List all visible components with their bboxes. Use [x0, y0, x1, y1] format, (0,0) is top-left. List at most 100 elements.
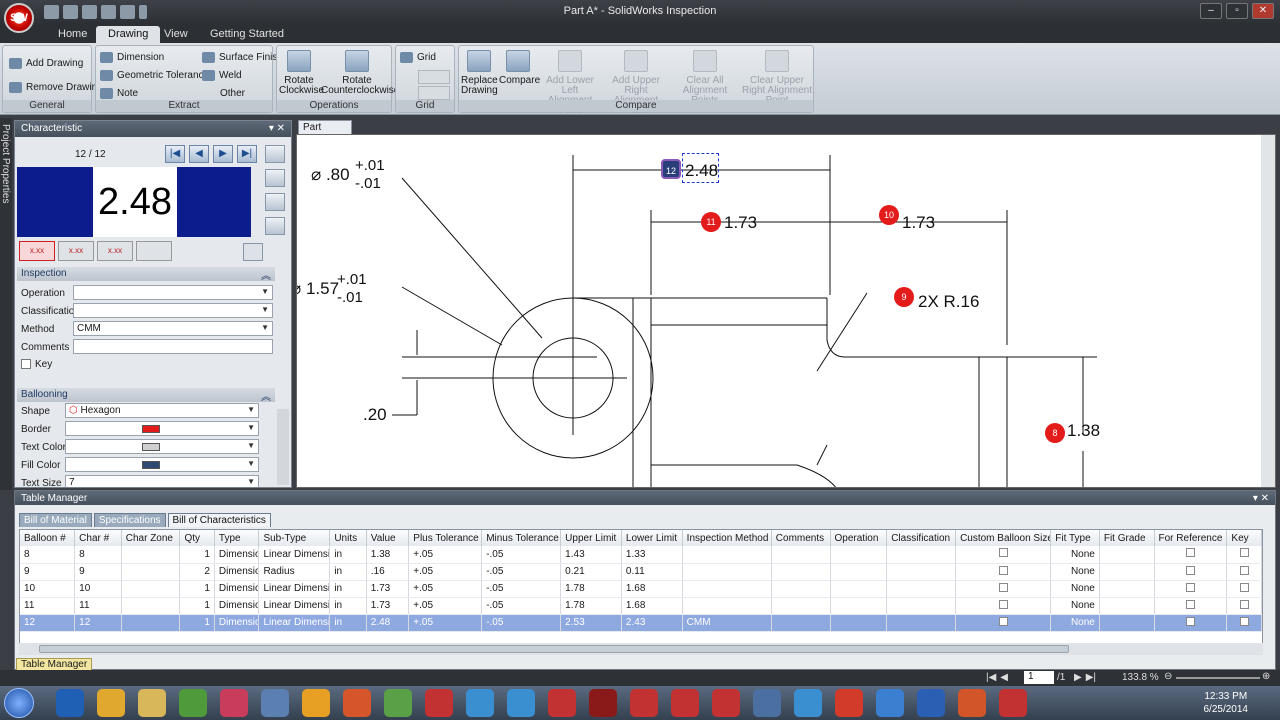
cell-plus[interactable]: +.05	[408, 580, 483, 598]
cell-comments[interactable]	[771, 546, 831, 564]
column-header[interactable]: Operation	[830, 530, 888, 546]
cell-checkbox[interactable]	[955, 563, 1052, 581]
cell-checkbox[interactable]	[955, 580, 1052, 598]
cell-balloon[interactable]: 8	[20, 546, 76, 564]
column-header[interactable]: Value	[366, 530, 410, 546]
grid-size-select[interactable]	[418, 70, 450, 84]
solidworks-icon[interactable]	[425, 689, 453, 717]
drawing-tab[interactable]: Part A.PDF	[298, 120, 352, 144]
cell-operation[interactable]	[830, 597, 888, 615]
text-size-select[interactable]: 7 ▼	[65, 475, 259, 487]
cell-zone[interactable]	[121, 614, 181, 632]
surface-finish-button[interactable]: Surface Finish	[202, 52, 283, 63]
dim-138[interactable]: 1.38	[1067, 421, 1100, 441]
cell-checkbox[interactable]	[955, 546, 1052, 564]
tab-specifications[interactable]: Specifications	[93, 513, 166, 527]
cell-qty[interactable]: 2	[179, 563, 215, 581]
word-icon[interactable]	[917, 689, 945, 717]
balloon-12[interactable]: 12	[661, 159, 681, 179]
app-icon[interactable]	[384, 689, 412, 717]
cell-checkbox[interactable]	[1154, 580, 1228, 598]
cell-subtype[interactable]: Linear Dimension	[258, 580, 331, 598]
table-row[interactable]: 1212 1DimensionLinear Dimensionin2.48+.05…	[20, 614, 1262, 632]
column-header[interactable]: Char #	[74, 530, 122, 546]
column-header[interactable]: Custom Balloon Size	[955, 530, 1052, 546]
remove-drawing-button[interactable]: Remove Drawing	[9, 82, 103, 93]
cell-char[interactable]: 10	[74, 580, 122, 598]
cell-upper[interactable]: 1.78	[560, 580, 622, 598]
dim-173-right[interactable]: 1.73	[902, 213, 935, 233]
zoom-out-icon[interactable]	[265, 217, 285, 235]
project-properties-strip[interactable]: Project Properties	[0, 118, 12, 490]
cell-comments[interactable]	[771, 563, 831, 581]
cell-comments[interactable]	[771, 614, 831, 632]
scrollbar-thumb[interactable]	[39, 645, 1069, 653]
cell-operation[interactable]	[830, 614, 888, 632]
row-checkbox[interactable]	[1185, 599, 1195, 609]
capture-icon[interactable]	[243, 243, 263, 261]
column-header[interactable]: Sub-Type	[258, 530, 331, 546]
cell-balloon[interactable]: 9	[20, 563, 76, 581]
cell-type[interactable]: Dimension	[214, 563, 260, 581]
cell-units[interactable]: in	[329, 563, 367, 581]
compare-button[interactable]: Compare	[499, 50, 540, 86]
cell-checkbox[interactable]	[1226, 614, 1262, 632]
cell-units[interactable]: in	[329, 546, 367, 564]
style-option-4-icon[interactable]	[136, 241, 172, 261]
next-icon[interactable]: ▶	[213, 145, 233, 163]
row-checkbox[interactable]	[998, 565, 1008, 575]
column-header[interactable]: Type	[214, 530, 260, 546]
cell-char[interactable]: 11	[74, 597, 122, 615]
column-header[interactable]: Classification	[886, 530, 957, 546]
cell-minus[interactable]: -.05	[481, 597, 562, 615]
cell-plus[interactable]: +.05	[408, 563, 483, 581]
cell-comments[interactable]	[771, 580, 831, 598]
cell-method[interactable]	[682, 580, 772, 598]
solidworks-icon[interactable]	[999, 689, 1027, 717]
solidworks-icon[interactable]	[671, 689, 699, 717]
cell-minus[interactable]: -.05	[481, 546, 562, 564]
cell-subtype[interactable]: Radius	[258, 563, 331, 581]
note-button[interactable]: Note	[100, 88, 138, 99]
cell-method[interactable]	[682, 563, 772, 581]
cell-checkbox[interactable]	[1154, 614, 1228, 632]
chrome-icon[interactable]	[97, 689, 125, 717]
replace-drawing-button[interactable]: Replace Drawing	[461, 50, 498, 96]
app-icon[interactable]	[343, 689, 371, 717]
row-checkbox[interactable]	[1185, 616, 1195, 626]
cell-lower[interactable]: 1.68	[621, 580, 683, 598]
cell-upper[interactable]: 2.53	[560, 614, 622, 632]
cell-type[interactable]: Dimension	[214, 546, 260, 564]
tab-bill-of-characteristics[interactable]: Bill of Characteristics	[167, 513, 271, 527]
cell-classification[interactable]	[886, 614, 957, 632]
row-checkbox[interactable]	[998, 616, 1008, 626]
close-button[interactable]: ✕	[1252, 3, 1274, 19]
tab-home[interactable]: Home	[46, 26, 99, 43]
collapse-icon[interactable]: ︽	[261, 388, 271, 403]
cell-qty[interactable]: 1	[179, 597, 215, 615]
cell-subtype[interactable]: Linear Dimension	[258, 597, 331, 615]
cell-method[interactable]	[682, 597, 772, 615]
zoom-out-icon[interactable]: ⊖	[1164, 671, 1172, 682]
cell-checkbox[interactable]	[1226, 597, 1262, 615]
rotate-counterclockwise-button[interactable]: Rotate Counterclockwise	[321, 50, 399, 96]
cell-qty[interactable]: 1	[179, 546, 215, 564]
row-checkbox[interactable]	[1239, 616, 1249, 626]
cell-classification[interactable]	[886, 563, 957, 581]
cell-fit-type[interactable]: None	[1050, 563, 1100, 581]
cell-checkbox[interactable]	[1154, 563, 1228, 581]
cell-lower[interactable]: 0.11	[621, 563, 683, 581]
cell-fit-type[interactable]: None	[1050, 580, 1100, 598]
cell-value[interactable]: .16	[366, 563, 410, 581]
cell-checkbox[interactable]	[1154, 597, 1228, 615]
cell-lower[interactable]: 1.68	[621, 597, 683, 615]
dim-dia-80[interactable]: ⌀ .80 +.01 -.01	[311, 157, 385, 192]
pin-icon[interactable]: ▾ ✕	[1253, 493, 1269, 504]
cell-classification[interactable]	[886, 597, 957, 615]
operation-select[interactable]: ▼	[73, 285, 273, 300]
start-button[interactable]	[4, 688, 34, 718]
cell-fit-grade[interactable]	[1099, 597, 1155, 615]
cell-units[interactable]: in	[329, 580, 367, 598]
method-select[interactable]: CMM ▼	[73, 321, 273, 336]
dim-20[interactable]: .20	[363, 405, 387, 425]
